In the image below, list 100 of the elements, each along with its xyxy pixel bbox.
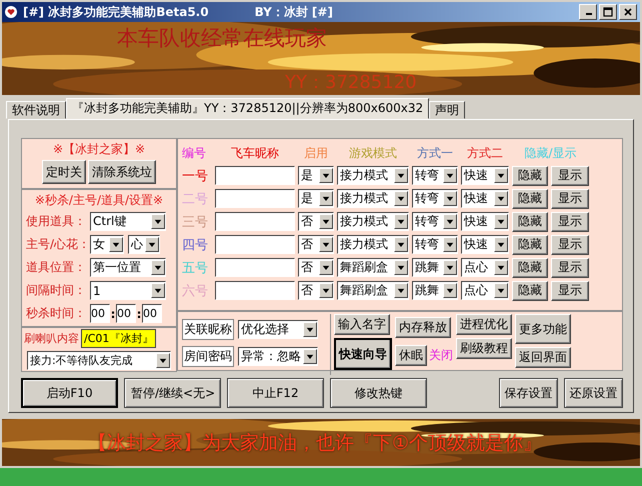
column-header: 隐藏/显示 <box>523 144 578 162</box>
flower-dropdown[interactable]: 心 <box>128 235 160 254</box>
command-button[interactable]: 保存设置 <box>499 378 558 408</box>
position-dropdown[interactable]: 第一位置 <box>90 258 166 277</box>
method-dropdown[interactable]: 跳舞 <box>412 258 458 277</box>
method-dropdown[interactable]: 点心 <box>461 258 509 277</box>
hide-button[interactable]: 隐藏 <box>512 212 548 232</box>
option-dropdown[interactable]: 优化选择 <box>238 320 318 339</box>
command-button[interactable]: 暂停/继续<无> <box>124 378 221 408</box>
option-dropdown[interactable]: 异常：忽略 <box>238 347 318 366</box>
time-separator: : <box>136 306 142 320</box>
close-button[interactable] <box>619 4 637 20</box>
show-button[interactable]: 显示 <box>551 280 589 300</box>
process-button[interactable]: 进程优化 <box>456 314 512 335</box>
seconds-field[interactable]: 00 <box>142 304 162 323</box>
window-author: BY：冰封 [#] <box>254 4 333 20</box>
enabled-dropdown[interactable]: 否 <box>298 281 334 300</box>
field-label: 秒杀时间： <box>26 305 87 322</box>
method-dropdown[interactable]: 转弯 <box>412 235 458 254</box>
nickname-field[interactable] <box>215 281 295 300</box>
enabled-dropdown[interactable]: 否 <box>298 235 334 254</box>
mode-dropdown[interactable]: 舞蹈刷盒 <box>337 258 409 277</box>
maximize-button[interactable] <box>599 4 617 20</box>
gender-dropdown[interactable]: 女 <box>90 235 124 254</box>
tool-button[interactable]: 定时关 <box>42 160 86 184</box>
method-dropdown[interactable]: 转弯 <box>412 166 458 185</box>
show-button[interactable]: 显示 <box>551 212 589 232</box>
field-label: 房间密码 <box>182 346 234 367</box>
hide-button[interactable]: 隐藏 <box>512 234 548 254</box>
maximize-icon <box>603 7 613 17</box>
method-dropdown[interactable]: 点心 <box>461 281 509 300</box>
method-dropdown[interactable]: 转弯 <box>412 189 458 208</box>
column-header: 游戏模式 <box>348 144 398 162</box>
nickname-field[interactable] <box>215 235 295 254</box>
column-header: 方式二 <box>466 144 504 162</box>
minimize-icon <box>586 13 592 15</box>
back-button[interactable]: 返回界面 <box>515 347 571 368</box>
enabled-dropdown[interactable]: 否 <box>298 258 334 277</box>
nickname-field[interactable] <box>215 166 295 185</box>
tab[interactable]: 『冰封多功能完美辅助』YY：37285120||分辨率为800x600x32 <box>66 98 430 119</box>
item-dropdown[interactable]: Ctrl键 <box>90 212 166 231</box>
wizard-button[interactable]: 快速向导 <box>334 338 392 370</box>
field-label: 关联昵称 <box>182 319 234 340</box>
method-dropdown[interactable]: 快速 <box>461 212 509 231</box>
method-dropdown[interactable]: 快速 <box>461 166 509 185</box>
enabled-dropdown[interactable]: 否 <box>298 212 334 231</box>
panel-title: ※秒杀/主号/道具/设置※ <box>34 192 164 209</box>
show-button[interactable]: 显示 <box>551 258 589 278</box>
panel-title: ※【冰封之家】※ <box>52 141 146 158</box>
close-icon <box>623 7 633 17</box>
command-button[interactable]: 还原设置 <box>564 378 623 408</box>
command-button[interactable]: 启动F10 <box>21 378 118 408</box>
heart-icon <box>5 6 17 18</box>
hide-button[interactable]: 隐藏 <box>512 258 548 278</box>
nickname-field[interactable] <box>215 212 295 231</box>
tab[interactable]: 软件说明 <box>6 101 66 119</box>
player-number: 二号 <box>182 190 209 208</box>
enabled-dropdown[interactable]: 是 <box>298 166 334 185</box>
minutes-field[interactable]: 00 <box>116 304 136 323</box>
enabled-dropdown[interactable]: 是 <box>298 189 334 208</box>
show-button[interactable]: 显示 <box>551 234 589 254</box>
column-header: 启用 <box>303 144 329 162</box>
command-button[interactable]: 修改热键 <box>330 378 427 408</box>
hide-button[interactable]: 隐藏 <box>512 166 548 186</box>
player-number: 六号 <box>182 282 209 300</box>
mode-dropdown[interactable]: 接力模式 <box>337 235 409 254</box>
field-label: 道具位置： <box>26 259 87 276</box>
nickname-field[interactable] <box>215 258 295 277</box>
relay-dropdown[interactable]: 接力:不等待队友完成 <box>27 351 171 370</box>
hide-button[interactable]: 隐藏 <box>512 188 548 208</box>
sleep-button[interactable]: 休眠 <box>395 345 427 366</box>
show-button[interactable]: 显示 <box>551 166 589 186</box>
mode-dropdown[interactable]: 舞蹈刷盒 <box>337 281 409 300</box>
mode-dropdown[interactable]: 接力模式 <box>337 166 409 185</box>
show-button[interactable]: 显示 <box>551 188 589 208</box>
mode-dropdown[interactable]: 接力模式 <box>337 212 409 231</box>
command-button[interactable]: 中止F12 <box>227 378 324 408</box>
column-header: 编号 <box>182 144 207 162</box>
horn-text-field[interactable]: /C01『冰封』 <box>81 329 156 348</box>
column-header: 方式一 <box>416 144 454 162</box>
time-separator: : <box>110 306 116 320</box>
more-button[interactable]: 更多功能 <box>515 314 571 344</box>
input-name-button[interactable]: 输入名字 <box>334 314 390 335</box>
tab[interactable]: 声明 <box>429 101 466 119</box>
sleep-status: 关闭 <box>429 347 453 364</box>
nickname-field[interactable] <box>215 189 295 208</box>
memory-button[interactable]: 内存释放 <box>395 317 451 338</box>
interval-dropdown[interactable]: 1 <box>90 281 166 300</box>
method-dropdown[interactable]: 跳舞 <box>412 281 458 300</box>
hours-field[interactable]: 00 <box>90 304 110 323</box>
minimize-button[interactable] <box>579 4 597 20</box>
method-dropdown[interactable]: 快速 <box>461 235 509 254</box>
field-label: 刷喇叭内容 <box>24 331 79 346</box>
mode-dropdown[interactable]: 接力模式 <box>337 189 409 208</box>
method-dropdown[interactable]: 转弯 <box>412 212 458 231</box>
tool-button[interactable]: 清除系统垃 <box>88 160 156 184</box>
tutorial-button[interactable]: 刷级教程 <box>456 338 512 359</box>
method-dropdown[interactable]: 快速 <box>461 189 509 208</box>
column-header: 飞车昵称 <box>230 144 280 162</box>
hide-button[interactable]: 隐藏 <box>512 280 548 300</box>
